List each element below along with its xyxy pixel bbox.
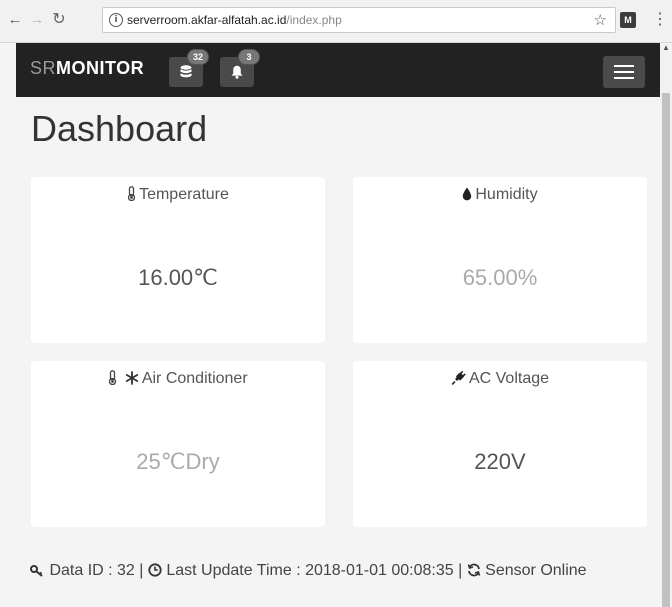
status-bar: Data ID : 32 | Last Update Time : 2018-0… — [30, 562, 587, 580]
ac-voltage-value: 220V — [474, 449, 526, 474]
url-path: /index.php — [286, 13, 342, 27]
notifications-button[interactable]: 3 — [220, 49, 260, 87]
url-host: serverroom.akfar-alfatah.ac.id — [127, 13, 287, 27]
hamburger-bar — [614, 65, 634, 67]
reload-icon[interactable]: ↻ — [50, 11, 68, 29]
browser-toolbar: ← → ↻ i serverroom.akfar-alfatah.ac.id/i… — [0, 0, 672, 43]
extension-icon[interactable]: M — [620, 12, 636, 28]
hamburger-bar — [614, 71, 634, 73]
last-update-text: Last Update Time : 2018-01-01 00:08:35 — [166, 562, 454, 579]
brand-logo[interactable]: SRMONITOR — [30, 58, 144, 79]
database-count-badge: 32 — [187, 49, 209, 65]
notification-count-badge: 3 — [238, 49, 260, 65]
page-scrollbar[interactable]: ▲ — [660, 43, 672, 607]
thermometer-icon — [127, 186, 136, 202]
snowflake-icon — [125, 371, 138, 385]
scroll-up-arrow-icon[interactable]: ▲ — [662, 43, 670, 52]
humidity-card-header: Humidity — [353, 186, 647, 204]
scrollbar-thumb[interactable] — [662, 93, 670, 607]
refresh-icon — [467, 563, 480, 577]
humidity-card: Humidity 65.00% — [353, 177, 647, 343]
temperature-label: Temperature — [139, 186, 229, 203]
temperature-value: 16.00℃ — [138, 265, 218, 290]
sensor-status-text: Sensor Online — [485, 562, 587, 579]
brand-prefix: SR — [30, 58, 57, 78]
bell-icon — [231, 65, 243, 79]
air-conditioner-card: Air Conditioner 25℃Dry — [31, 361, 325, 527]
clock-icon — [148, 563, 162, 577]
info-icon[interactable]: i — [109, 13, 123, 27]
menu-toggle-button[interactable] — [603, 56, 645, 88]
ac-voltage-card: AC Voltage 220V — [353, 361, 647, 527]
page-title: Dashboard — [31, 108, 208, 149]
app-navbar: SRMONITOR 32 3 — [16, 43, 660, 97]
data-id-text: Data ID : 32 — [49, 562, 135, 579]
humidity-value: 65.00% — [462, 265, 538, 290]
air-conditioner-card-header: Air Conditioner — [31, 370, 325, 388]
air-conditioner-value: 25℃Dry — [136, 449, 220, 474]
brand-suffix: MONITOR — [56, 58, 145, 78]
ac-voltage-label: AC Voltage — [468, 370, 550, 387]
hamburger-bar — [614, 77, 634, 79]
database-button[interactable]: 32 — [169, 49, 209, 87]
url-text[interactable]: serverroom.akfar-alfatah.ac.id/index.php — [127, 13, 342, 27]
separator: | — [458, 562, 463, 579]
back-arrow-icon[interactable]: ← — [6, 11, 24, 29]
ac-voltage-card-header: AC Voltage — [353, 370, 647, 388]
temperature-card: Temperature 16.00℃ — [31, 177, 325, 343]
database-icon — [180, 65, 192, 78]
address-bar[interactable]: i serverroom.akfar-alfatah.ac.id/index.p… — [102, 7, 616, 33]
humidity-label: Humidity — [475, 186, 538, 203]
temperature-card-header: Temperature — [31, 186, 325, 204]
forward-arrow-icon[interactable]: → — [28, 11, 46, 29]
browser-menu-icon[interactable]: ⋮ — [652, 9, 668, 29]
thermometer-icon — [109, 370, 117, 386]
key-icon — [30, 565, 43, 577]
air-conditioner-label: Air Conditioner — [141, 370, 248, 387]
separator: | — [139, 562, 144, 579]
bookmark-star-icon[interactable]: ☆ — [594, 11, 607, 29]
water-drop-icon — [463, 187, 472, 201]
plug-icon — [451, 370, 466, 385]
